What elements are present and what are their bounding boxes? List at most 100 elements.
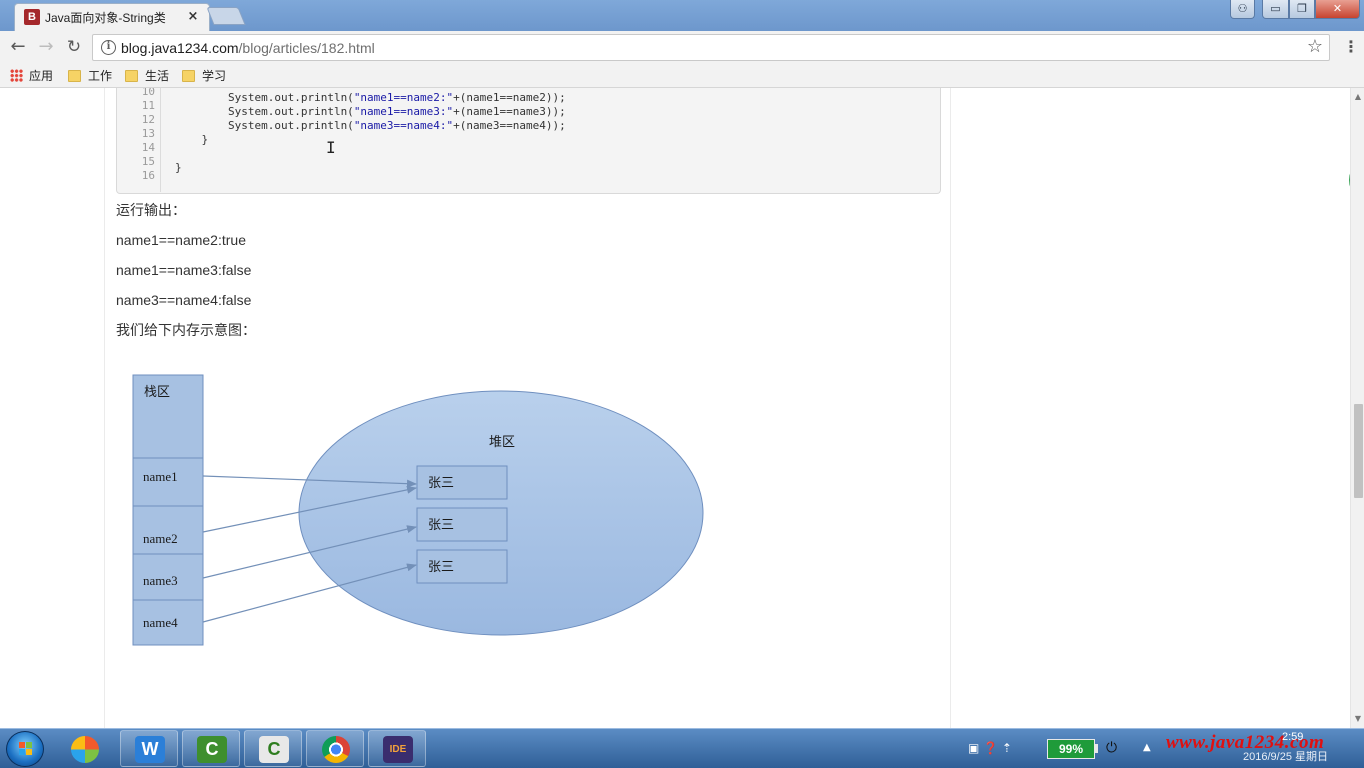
output-line: name1==name2:true (116, 232, 246, 248)
browser-tab[interactable]: B Java面向对象-String类 × (14, 3, 210, 31)
maximize-button[interactable]: ❐ (1289, 0, 1315, 19)
browser-toolbar: ← → ↻ i blog.java1234.com/blog/articles/… (0, 31, 1364, 63)
bookmark-label: 生活 (145, 69, 170, 83)
bookmarks-bar: 应用 工作 生活 学习 (0, 63, 1364, 88)
text-cursor-icon: I (326, 138, 336, 157)
stack-var-label: name2 (143, 531, 178, 546)
line-number: 13 (141, 127, 155, 140)
camtasia-studio-icon: C (259, 736, 289, 763)
output-line: name1==name3:false (116, 262, 252, 278)
battery-indicator[interactable]: 99% (1047, 739, 1095, 759)
code-string: "name1==name3:" (353, 105, 454, 118)
memory-diagram: 堆区 栈区 name1 name2 name3 name4 张三 张三 张三 (132, 374, 704, 646)
bookmark-star-icon[interactable]: ☆ (1307, 37, 1323, 57)
code-text: System.out.println( (175, 91, 354, 104)
heap-label: 堆区 (489, 434, 515, 449)
code-line: System.out.println("name3==name4:"+(name… (175, 119, 566, 133)
code-text: +(name3==name4)); (453, 119, 566, 132)
code-text: } (175, 133, 209, 146)
output-heading: 运行输出： (116, 202, 186, 218)
code-line: } (175, 161, 182, 175)
bookmark-label: 应用 (29, 69, 54, 83)
system-tray-icons[interactable]: ▣ ❓ ⇡ (968, 739, 1012, 757)
site-info-icon[interactable]: i (101, 40, 116, 55)
heap-object-label: 张三 (428, 517, 454, 532)
bookmark-label: 学习 (202, 69, 227, 83)
stack-label: 栈区 (144, 384, 170, 399)
url-text[interactable]: blog.java1234.com/blog/articles/182.html (121, 39, 375, 57)
battery-tip (1095, 744, 1098, 753)
scroll-up-arrow-icon[interactable]: ▲ (1351, 92, 1364, 102)
bookmark-folder-work[interactable]: 工作 (68, 66, 112, 86)
line-number: 12 (141, 113, 155, 126)
bookmark-folder-study[interactable]: 学习 (182, 66, 226, 86)
line-number: 15 (141, 155, 155, 168)
code-text: +(name1==name3)); (453, 105, 566, 118)
profile-button[interactable]: ⚇ (1230, 0, 1255, 19)
heap-object-label: 张三 (428, 475, 454, 490)
folder-icon (68, 70, 81, 82)
code-text: System.out.println( (175, 119, 354, 132)
new-tab-button[interactable] (206, 7, 246, 25)
scroll-thumb[interactable] (1354, 404, 1363, 498)
taskbar-app-camtasia-studio[interactable]: C (244, 730, 302, 767)
address-bar[interactable]: i blog.java1234.com/blog/articles/182.ht… (92, 34, 1330, 61)
code-line: System.out.println("name1==name2:"+(name… (175, 91, 566, 105)
heap-object-label: 张三 (428, 559, 454, 574)
code-line: } (175, 133, 208, 147)
stack-cell-name2 (132, 505, 204, 555)
start-button[interactable] (6, 731, 44, 767)
taskbar-app-wps[interactable]: W (120, 730, 178, 767)
tab-close-icon[interactable]: × (186, 9, 200, 25)
url-host: blog.java1234.com (121, 40, 239, 56)
power-plug-icon[interactable]: ⏻ (1106, 739, 1117, 757)
content-divider-left (104, 88, 105, 728)
stack-var-label: name3 (143, 573, 178, 588)
scroll-down-arrow-icon[interactable]: ▼ (1351, 714, 1364, 724)
back-arrow-icon[interactable]: ← (7, 36, 29, 58)
code-text: System.out.println( (175, 105, 354, 118)
page-scrollbar[interactable]: ▲ ▼ (1350, 88, 1364, 728)
clock-date[interactable]: 2016/9/25 星期日 (1243, 750, 1328, 764)
minimize-button[interactable]: ▭ (1262, 0, 1289, 19)
taskbar-app-camtasia-recorder[interactable]: C (182, 730, 240, 767)
camtasia-recorder-icon: C (197, 736, 227, 763)
browser-menu-icon[interactable]: ⋮ (1343, 38, 1359, 56)
stack-var-label: name1 (143, 469, 178, 484)
wps-writer-icon: W (135, 736, 165, 763)
line-number: 14 (141, 141, 155, 154)
taskbar-app-colorful[interactable] (55, 730, 113, 767)
tab-title: Java面向对象-String类 (45, 11, 166, 25)
diagram-intro: 我们给下内存示意图： (116, 322, 256, 338)
code-string: "name1==name2:" (353, 91, 454, 104)
site-favicon-icon: B (24, 9, 40, 25)
taskbar-app-java-ee-ide[interactable]: IDE (368, 730, 426, 767)
page-viewport: 10 11 12 13 14 15 16 System.out.println(… (0, 88, 1350, 728)
code-string: "name3==name4:" (353, 119, 454, 132)
code-block: 10 11 12 13 14 15 16 System.out.println(… (116, 88, 941, 194)
folder-icon (125, 70, 138, 82)
apps-grid-icon (10, 69, 23, 82)
java-ee-ide-icon: IDE (383, 736, 413, 763)
content-divider-right (950, 88, 951, 728)
browser-titlebar: B Java面向对象-String类 × ⚇ ▭ ❐ ✕ (0, 0, 1364, 31)
reload-icon[interactable]: ↻ (63, 36, 85, 58)
line-number: 11 (141, 99, 155, 112)
bookmark-folder-life[interactable]: 生活 (125, 66, 169, 86)
stack-var-label: name4 (143, 615, 178, 630)
line-number-gutter: 10 11 12 13 14 15 16 (117, 88, 161, 192)
taskbar-app-chrome[interactable] (306, 730, 364, 767)
url-path: /blog/articles/182.html (238, 40, 375, 56)
folder-icon (182, 70, 195, 82)
line-number: 16 (141, 169, 155, 182)
bookmark-label: 工作 (88, 69, 113, 83)
bookmark-apps[interactable]: 应用 (10, 66, 53, 86)
windows-logo-icon (19, 742, 33, 756)
close-window-button[interactable]: ✕ (1315, 0, 1360, 19)
output-line: name3==name4:false (116, 292, 252, 308)
chrome-icon (322, 736, 350, 763)
forward-arrow-icon[interactable]: → (35, 36, 57, 58)
clock-time[interactable]: 2:59 (1282, 731, 1303, 743)
code-text: +(name1==name2)); (453, 91, 566, 104)
show-hidden-icons-arrow-icon[interactable]: ▲ (1143, 739, 1151, 757)
